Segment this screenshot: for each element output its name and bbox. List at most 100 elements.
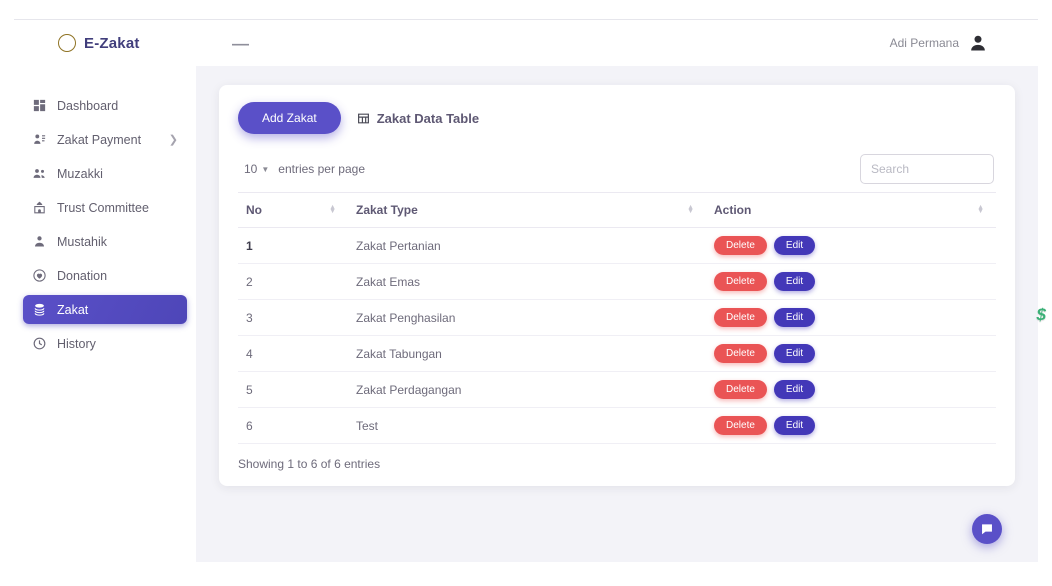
sidebar-item-history[interactable]: History — [23, 329, 187, 358]
cell-zakat-type: Zakat Penghasilan — [348, 300, 706, 336]
table-icon — [357, 112, 370, 125]
table-row: 2Zakat Emas Delete Edit — [238, 264, 996, 300]
cell-action: Delete Edit — [706, 408, 996, 444]
person-icon — [32, 234, 47, 249]
edit-button[interactable]: Edit — [774, 308, 815, 327]
cell-zakat-type: Zakat Tabungan — [348, 336, 706, 372]
main-content: Add Zakat Zakat Data Table 10 ▼ entries … — [196, 66, 1038, 562]
table-header-row: No ▲▼ Zakat Type ▲▼ Action ▲▼ — [238, 193, 996, 228]
dollar-widget-icon[interactable]: $ — [1037, 305, 1046, 325]
sort-arrows-icon: ▲▼ — [329, 206, 336, 214]
app-body: Dashboard Zakat Payment ❯ Muzakki Trust Comm… — [14, 66, 1038, 562]
cell-no: 5 — [238, 372, 348, 408]
delete-button[interactable]: Delete — [714, 272, 767, 291]
search-input[interactable] — [860, 154, 994, 184]
edit-button[interactable]: Edit — [774, 380, 815, 399]
sidebar-item-donation[interactable]: Donation — [23, 261, 187, 290]
column-header-no[interactable]: No ▲▼ — [238, 193, 348, 228]
sidebar-item-trust-committee[interactable]: Trust Committee — [23, 193, 187, 222]
table-row: 3Zakat Penghasilan Delete Edit — [238, 300, 996, 336]
sidebar-item-mustahik[interactable]: Mustahik — [23, 227, 187, 256]
sidebar-item-label: Zakat — [57, 303, 88, 317]
sort-arrows-icon: ▲▼ — [977, 206, 984, 214]
brand[interactable]: E-Zakat — [14, 34, 196, 52]
sidebar-item-zakat-payment[interactable]: Zakat Payment ❯ — [23, 125, 187, 154]
donation-icon — [32, 268, 47, 283]
edit-button[interactable]: Edit — [774, 416, 815, 435]
app-title: E-Zakat — [84, 35, 140, 52]
payment-icon — [32, 132, 47, 147]
cell-zakat-type: Zakat Pertanian — [348, 228, 706, 264]
sidebar-toggle-icon[interactable]: — — [232, 35, 249, 52]
edit-button[interactable]: Edit — [774, 344, 815, 363]
sidebar-item-zakat[interactable]: Zakat — [23, 295, 187, 324]
delete-button[interactable]: Delete — [714, 380, 767, 399]
add-zakat-button[interactable]: Add Zakat — [238, 102, 341, 134]
sidebar-item-label: History — [57, 337, 96, 351]
table-info: Showing 1 to 6 of 6 entries — [238, 457, 996, 471]
table-controls: 10 ▼ entries per page — [240, 154, 994, 184]
column-label: Action — [714, 203, 751, 217]
page-size-value: 10 — [244, 162, 257, 176]
user-menu[interactable]: Adi Permana — [890, 33, 1038, 53]
cell-zakat-type: Zakat Perdagangan — [348, 372, 706, 408]
column-label: Zakat Type — [356, 203, 418, 217]
coins-icon — [32, 302, 47, 317]
delete-button[interactable]: Delete — [714, 344, 767, 363]
sidebar-item-label: Mustahik — [57, 235, 107, 249]
zakat-card: Add Zakat Zakat Data Table 10 ▼ entries … — [219, 85, 1015, 486]
sort-arrows-icon: ▲▼ — [687, 206, 694, 214]
card-title: Zakat Data Table — [357, 111, 479, 126]
delete-button[interactable]: Delete — [714, 416, 767, 435]
cell-no: 3 — [238, 300, 348, 336]
page-size-select[interactable]: 10 ▼ — [240, 159, 273, 179]
cell-action: Delete Edit — [706, 336, 996, 372]
delete-button[interactable]: Delete — [714, 308, 767, 327]
column-header-zakat-type[interactable]: Zakat Type ▲▼ — [348, 193, 706, 228]
mosque-icon — [32, 200, 47, 215]
delete-button[interactable]: Delete — [714, 236, 767, 255]
cell-action: Delete Edit — [706, 228, 996, 264]
entries-label: entries per page — [278, 162, 365, 176]
chevron-right-icon: ❯ — [169, 133, 178, 146]
table-row: 5Zakat Perdagangan Delete Edit — [238, 372, 996, 408]
sidebar-nav: Dashboard Zakat Payment ❯ Muzakki Trust Comm… — [14, 66, 196, 562]
card-title-label: Zakat Data Table — [377, 111, 479, 126]
chat-icon — [980, 522, 994, 536]
chevron-down-icon: ▼ — [261, 165, 269, 174]
table-row: 4Zakat Tabungan Delete Edit — [238, 336, 996, 372]
cell-no: 2 — [238, 264, 348, 300]
cell-action: Delete Edit — [706, 372, 996, 408]
cell-action: Delete Edit — [706, 264, 996, 300]
dashboard-icon — [32, 98, 47, 113]
page-size-control: 10 ▼ entries per page — [240, 159, 365, 179]
sidebar-item-label: Trust Committee — [57, 201, 149, 215]
sidebar-item-label: Muzakki — [57, 167, 103, 181]
sidebar-item-muzakki[interactable]: Muzakki — [23, 159, 187, 188]
sidebar-item-label: Zakat Payment — [57, 133, 141, 147]
zakat-table: No▲▼Zakat Type▲▼Action▲▼ 1Zakat Pertania… — [238, 192, 996, 444]
cell-zakat-type: Zakat Emas — [348, 264, 706, 300]
navbar: E-Zakat — Adi Permana — [14, 20, 1038, 66]
sidebar-item-label: Dashboard — [57, 99, 118, 113]
history-icon — [32, 336, 47, 351]
cell-no: 6 — [238, 408, 348, 444]
table-body: 1Zakat PertanianDeleteEdit2Zakat EmasDel… — [238, 228, 996, 444]
edit-button[interactable]: Edit — [774, 236, 815, 255]
users-icon — [32, 166, 47, 181]
edit-button[interactable]: Edit — [774, 272, 815, 291]
cell-no: 4 — [238, 336, 348, 372]
table-row: 1Zakat PertanianDeleteEdit — [238, 228, 996, 264]
table-row: 6Test Delete Edit — [238, 408, 996, 444]
app-logo-icon — [58, 34, 76, 52]
avatar-icon — [968, 33, 988, 53]
chat-fab-button[interactable] — [972, 514, 1002, 544]
column-label: No — [246, 203, 262, 217]
user-name: Adi Permana — [890, 36, 959, 50]
cell-zakat-type: Test — [348, 408, 706, 444]
column-header-action[interactable]: Action ▲▼ — [706, 193, 996, 228]
card-header: Add Zakat Zakat Data Table — [238, 102, 996, 134]
sidebar-item-label: Donation — [57, 269, 107, 283]
sidebar-item-dashboard[interactable]: Dashboard — [23, 91, 187, 120]
cell-action: Delete Edit — [706, 300, 996, 336]
